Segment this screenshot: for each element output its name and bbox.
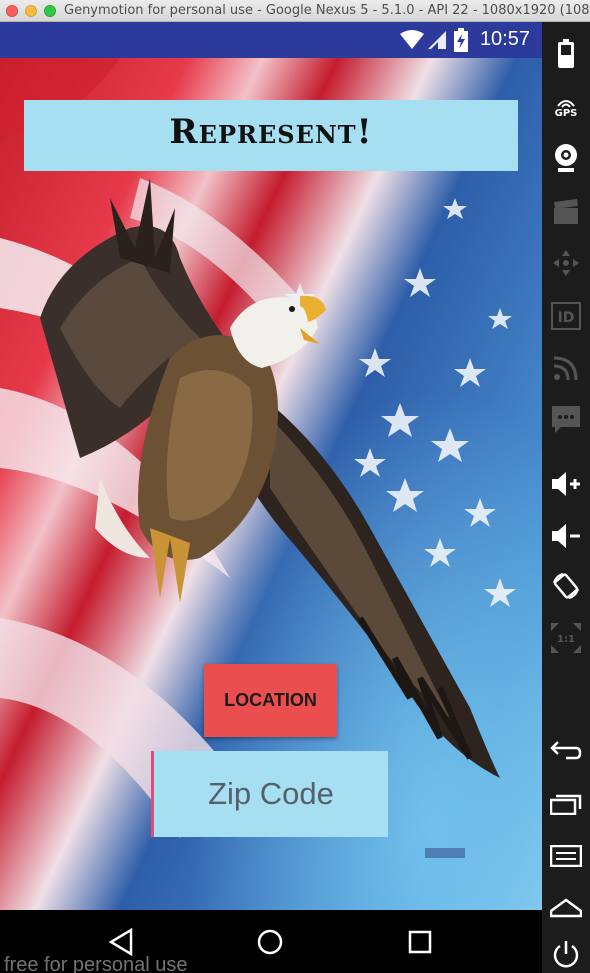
gps-label: GPS <box>554 107 578 119</box>
back-icon[interactable] <box>550 734 582 766</box>
status-time: 10:57 <box>479 28 530 50</box>
close-window-button[interactable] <box>6 5 18 17</box>
recents-square-icon[interactable] <box>398 920 442 964</box>
personal-use-watermark: free for personal use <box>4 954 188 973</box>
rotate-icon[interactable] <box>550 570 582 602</box>
device-screen: 10:57 Represent! LOCATION Zip Code free … <box>0 22 542 973</box>
cast-icon[interactable] <box>550 352 582 384</box>
menu-icon[interactable] <box>550 840 582 872</box>
wifi-icon <box>400 30 424 49</box>
zip-code-placeholder: Zip Code <box>208 776 334 811</box>
home-circle-icon[interactable] <box>248 920 292 964</box>
sms-icon[interactable] <box>550 404 582 436</box>
location-button[interactable]: LOCATION <box>204 664 337 737</box>
zoom-window-button[interactable] <box>44 5 56 17</box>
volume-up-icon[interactable] <box>550 468 582 500</box>
fullscreen-icon[interactable]: 1:1 <box>550 622 582 654</box>
id-label: ID <box>558 310 575 326</box>
recents-icon[interactable] <box>550 788 582 820</box>
id-icon[interactable]: ID <box>550 300 582 332</box>
power-icon[interactable] <box>550 938 582 970</box>
window-title: Genymotion for personal use - Google Nex… <box>64 3 590 18</box>
window-titlebar: Genymotion for personal use - Google Nex… <box>0 0 590 22</box>
app-content: Represent! LOCATION Zip Code <box>0 58 542 910</box>
minimize-window-button[interactable] <box>25 5 37 17</box>
status-icons <box>400 30 446 49</box>
home-icon[interactable] <box>550 892 582 924</box>
dpad-icon[interactable] <box>550 247 582 279</box>
status-bar: 10:57 <box>0 22 542 58</box>
battery-status-icon <box>454 28 468 52</box>
clapperboard-icon[interactable] <box>550 196 582 228</box>
app-title: Represent! <box>169 112 373 152</box>
volume-down-icon[interactable] <box>550 520 582 552</box>
webcam-icon[interactable] <box>550 142 582 174</box>
gps-icon[interactable]: GPS <box>550 92 582 124</box>
app-title-banner: Represent! <box>24 100 518 171</box>
battery-icon[interactable] <box>550 38 582 70</box>
zip-code-input[interactable]: Zip Code <box>151 751 388 837</box>
genymotion-toolbar: GPS ID 1:1 <box>542 22 590 973</box>
ratio-label: 1:1 <box>557 634 575 645</box>
